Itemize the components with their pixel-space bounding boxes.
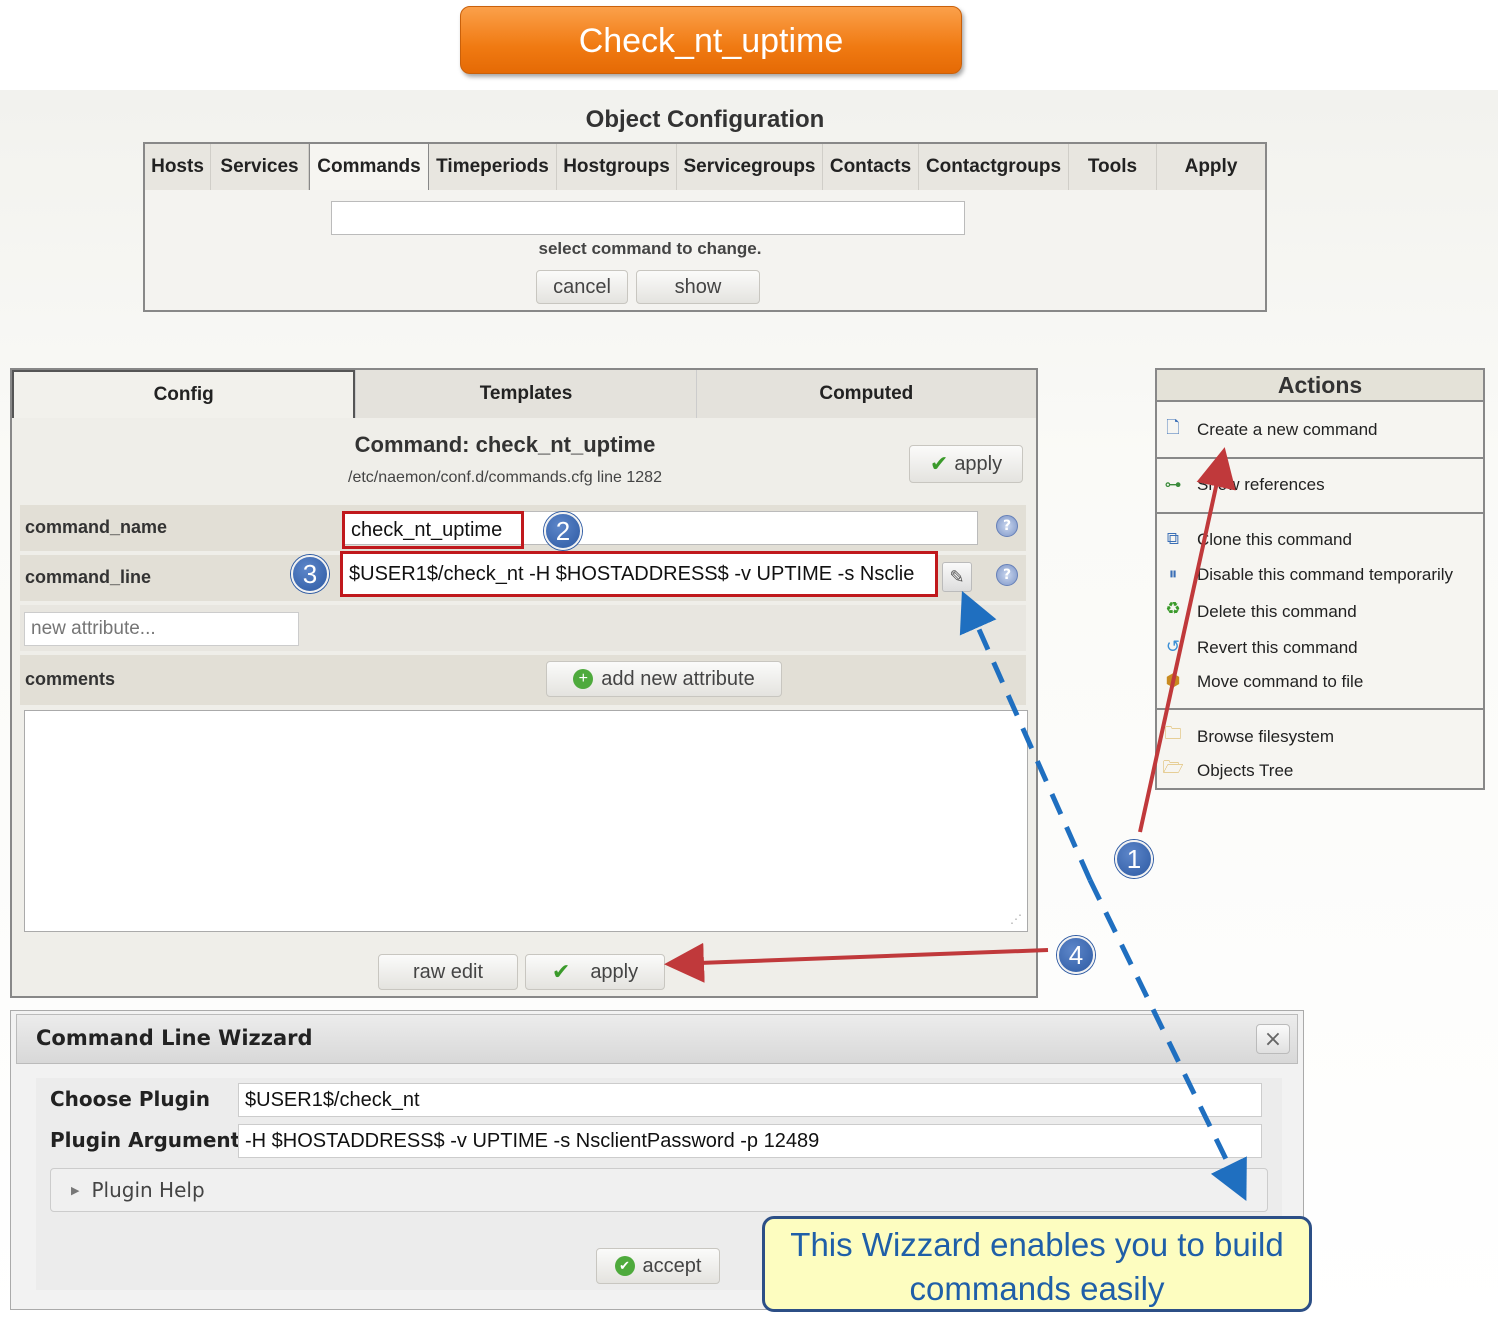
dashed-arrow-to-wand [959,590,1093,882]
step-badge-1: 1 [1115,840,1153,878]
annotation-arrows [664,447,1247,1201]
dashed-arrow-to-plugin-help [1087,878,1247,1201]
arrow-to-create-command [1138,447,1236,833]
wizard-callout: This Wizzard enables you to build comman… [762,1216,1312,1312]
arrow-to-apply [664,942,1049,983]
step-badge-4: 4 [1057,936,1095,974]
step-badge-2: 2 [544,512,582,550]
step-badge-3: 3 [291,555,329,593]
